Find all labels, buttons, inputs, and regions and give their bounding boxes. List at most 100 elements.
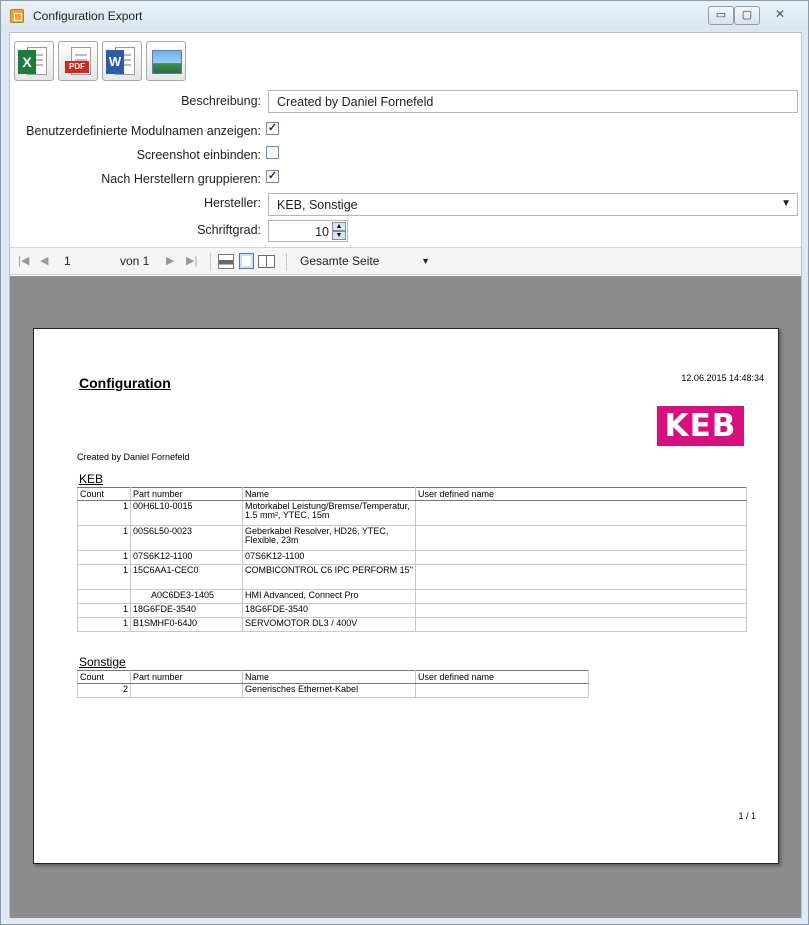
column-header-user-defined-name: User defined name — [415, 487, 747, 501]
custom-module-names-label: Benutzerdefinierte Modulnamen anzeigen: — [26, 124, 261, 138]
report-timestamp: 12.06.2015 14:48:34 — [681, 373, 764, 383]
cell-count — [77, 589, 131, 604]
cell-user-defined-name — [415, 589, 747, 604]
word-icon: W — [106, 50, 124, 74]
manufacturer-select[interactable]: KEB, Sonstige ▼ — [268, 193, 798, 216]
zoom-value: Gesamte Seite — [300, 254, 380, 268]
cell-user-defined-name — [415, 500, 747, 526]
toolbar-divider — [286, 253, 287, 271]
cell-count: 1 — [77, 617, 131, 632]
export-image-button[interactable] — [146, 41, 186, 81]
next-page-button[interactable]: ▶ — [166, 254, 174, 267]
cell-part-number: A0C6DE3-1405 — [130, 589, 243, 604]
checkmark-icon: ✓ — [267, 170, 278, 182]
cell-part-number: B1SMHF0-64J0 — [130, 617, 243, 632]
group-title-sonstige: Sonstige — [79, 655, 126, 669]
custom-module-names-checkbox[interactable]: ✓ — [266, 122, 279, 135]
report-page: Configuration 12.06.2015 14:48:34 KEB Cr… — [33, 328, 779, 864]
manufacturer-label: Hersteller: — [204, 196, 261, 210]
column-header-user-defined-name: User defined name — [415, 670, 589, 684]
first-page-button[interactable]: |◀ — [18, 254, 29, 267]
report-preview-area[interactable]: Configuration 12.06.2015 14:48:34 KEB Cr… — [10, 276, 801, 918]
cell-part-number: 00S6L50-0023 — [130, 525, 243, 551]
configuration-export-window: Configuration Export ▭ ▢ ✕ X PDF W Besch… — [0, 0, 809, 925]
cell-count: 1 — [77, 603, 131, 618]
report-created-by: Created by Daniel Fornefeld — [77, 452, 190, 462]
page-indicator: 1 / 1 — [738, 811, 756, 821]
zoom-select[interactable]: Gesamte Seite ▼ — [300, 252, 430, 272]
keb-logo: KEB — [657, 406, 744, 446]
cell-user-defined-name — [415, 617, 747, 632]
keb-parts-table: Count Part number Name User defined name… — [77, 487, 747, 632]
cell-name: COMBICONTROL C6 IPC PERFORM 15" — [242, 564, 416, 590]
include-screenshot-label: Screenshot einbinden: — [136, 148, 261, 162]
table-row: A0C6DE3-1405 HMI Advanced, Connect Pro — [77, 589, 747, 604]
page-number-input[interactable]: 1 — [64, 254, 71, 268]
cell-user-defined-name — [415, 550, 747, 565]
export-toolbar: X PDF W — [14, 41, 186, 81]
column-header-count: Count — [77, 670, 131, 684]
book-view-icon[interactable] — [258, 255, 275, 268]
table-row: 1 00H6L10-0015 Motorkabel Leistung/Brems… — [77, 500, 747, 526]
include-screenshot-checkbox[interactable] — [266, 146, 279, 159]
cell-part-number: 00H6L10-0015 — [130, 500, 243, 526]
cell-name: Generisches Ethernet-Kabel — [242, 683, 416, 698]
page-view-icon[interactable] — [239, 253, 254, 269]
chevron-down-icon: ▼ — [421, 256, 430, 266]
close-button[interactable]: ✕ — [760, 6, 800, 25]
cell-part-number — [130, 683, 243, 698]
description-label: Beschreibung: — [181, 94, 261, 108]
excel-icon: X — [18, 50, 36, 74]
sonstige-parts-table: Count Part number Name User defined name… — [77, 670, 589, 698]
manufacturer-value: KEB, Sonstige — [277, 198, 358, 212]
column-header-name: Name — [242, 487, 416, 501]
report-title: Configuration — [79, 375, 171, 391]
cell-name: 18G6FDE-3540 — [242, 603, 416, 618]
maximize-button[interactable]: ▢ — [734, 6, 760, 25]
description-input[interactable]: Created by Daniel Fornefeld — [268, 90, 798, 113]
export-word-button[interactable]: W — [102, 41, 142, 81]
cell-name: Geberkabel Resolver, HD26, YTEC, Flexibl… — [242, 525, 416, 551]
cell-user-defined-name — [415, 603, 747, 618]
toolbar-divider — [210, 253, 211, 271]
font-size-spinner[interactable]: 10 ▲ ▼ — [268, 220, 348, 242]
export-pdf-button[interactable]: PDF — [58, 41, 98, 81]
app-icon — [10, 9, 24, 23]
print-icon[interactable] — [218, 254, 234, 269]
table-header-row: Count Part number Name User defined name — [77, 670, 589, 684]
cell-count: 1 — [77, 564, 131, 590]
table-row: 1 15C6AA1-CEC0 COMBICONTROL C6 IPC PERFO… — [77, 564, 747, 590]
increment-button[interactable]: ▲ — [332, 222, 346, 231]
font-size-value: 10 — [315, 225, 329, 239]
client-area: X PDF W Beschreibung: Created by Daniel … — [9, 32, 802, 918]
table-row: 1 07S6K12-1100 07S6K12-1100 — [77, 550, 747, 565]
cell-count: 1 — [77, 525, 131, 551]
export-excel-button[interactable]: X — [14, 41, 54, 81]
chevron-down-icon: ▼ — [781, 198, 791, 209]
table-row: 1 B1SMHF0-64J0 SERVOMOTOR DL3 / 400V — [77, 617, 747, 632]
column-header-part-number: Part number — [130, 487, 243, 501]
cell-name: HMI Advanced, Connect Pro — [242, 589, 416, 604]
cell-count: 2 — [77, 683, 131, 698]
column-header-count: Count — [77, 487, 131, 501]
group-title-keb: KEB — [79, 472, 104, 486]
previous-page-button[interactable]: ◀ — [40, 254, 48, 267]
cell-user-defined-name — [415, 525, 747, 551]
table-header-row: Count Part number Name User defined name — [77, 487, 747, 501]
table-row: 1 18G6FDE-3540 18G6FDE-3540 — [77, 603, 747, 618]
last-page-button[interactable]: ▶| — [186, 254, 197, 267]
report-viewer-toolbar: |◀ ◀ 1 von 1 ▶ ▶| Gesamte Seite ▼ — [10, 247, 801, 275]
group-by-manufacturer-checkbox[interactable]: ✓ — [266, 170, 279, 183]
cell-name: 07S6K12-1100 — [242, 550, 416, 565]
page-count-label: von 1 — [120, 254, 150, 268]
column-header-name: Name — [242, 670, 416, 684]
minimize-button[interactable]: ▭ — [708, 6, 734, 25]
cell-user-defined-name — [415, 683, 589, 698]
window-title: Configuration Export — [33, 9, 143, 23]
decrement-button[interactable]: ▼ — [332, 231, 346, 240]
cell-name: Motorkabel Leistung/Bremse/Temperatur, 1… — [242, 500, 416, 526]
cell-user-defined-name — [415, 564, 747, 590]
column-header-part-number: Part number — [130, 670, 243, 684]
group-by-manufacturer-label: Nach Herstellern gruppieren: — [101, 172, 261, 186]
cell-count: 1 — [77, 550, 131, 565]
